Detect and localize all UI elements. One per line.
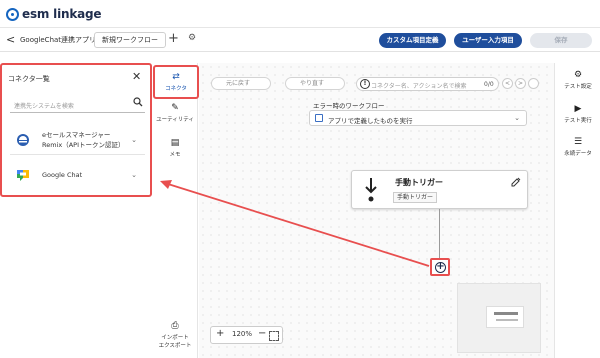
app-icon xyxy=(315,114,323,122)
back-icon[interactable]: < xyxy=(6,33,15,46)
minimap[interactable] xyxy=(457,283,541,353)
error-workflow-label: エラー時のワークフロー xyxy=(313,102,385,110)
search-icon xyxy=(133,97,143,107)
google-chat-icon xyxy=(17,170,29,181)
tool-memo-label: メモ xyxy=(169,152,181,158)
app-name: GoogleChat連携アプリ xyxy=(20,36,97,44)
prev-result-button[interactable]: < xyxy=(502,78,513,89)
tool-memo[interactable]: ▤ メモ xyxy=(152,138,198,158)
chevron-down-icon: ⌄ xyxy=(514,114,520,122)
user-input-button[interactable]: ユーザー入力項目 xyxy=(454,33,522,48)
connector-item-google-chat[interactable]: Google Chat ⌄ xyxy=(10,163,145,185)
right-sidebar: ⚙ テスト設定 ▶ テスト実行 ☰ 永続データ xyxy=(554,63,600,358)
wrench-icon: ✎ xyxy=(171,103,179,113)
minimap-bar xyxy=(496,319,518,321)
tool-import-label: インポート xyxy=(161,335,189,341)
minimap-bar xyxy=(494,312,518,315)
connector-name-line2: Remix（APIトークン認証） xyxy=(42,141,125,149)
zoom-out-button[interactable]: − xyxy=(258,328,266,339)
minimap-node xyxy=(486,306,524,328)
persist-data-button[interactable]: ☰ 永続データ xyxy=(555,137,600,157)
redo-button[interactable]: やり直す xyxy=(285,77,345,90)
logo-text: esm linkage xyxy=(22,7,102,21)
error-workflow-select[interactable]: アプリで定義したものを実行 ⌄ xyxy=(309,110,527,126)
plus-icon: + xyxy=(435,261,446,273)
import-export-icon: ⎙ xyxy=(171,321,179,331)
workflow-toolbar: < GoogleChat連携アプリ 新規ワークフロー + ⚙ カスタム項目定義 … xyxy=(0,28,600,52)
test-settings-button[interactable]: ⚙ テスト設定 xyxy=(555,70,600,90)
next-result-button[interactable]: > xyxy=(515,78,526,89)
connector-list-panel: コネクタ一覧 ✕ 連携先システムを検索 eセールスマネージャー Remix（AP… xyxy=(0,63,152,197)
tool-import-export[interactable]: ⎙ インポート エクスポート xyxy=(152,321,198,349)
node-search-input[interactable]: ! コネクター名、アクション名で検索 xyxy=(356,77,499,91)
connector-name: eセールスマネージャー Remix（APIトークン認証） xyxy=(42,130,125,150)
esales-logo-icon xyxy=(17,134,29,146)
custom-fields-button[interactable]: カスタム項目定義 xyxy=(379,33,446,48)
zoom-in-button[interactable]: + xyxy=(216,328,224,339)
logo-icon xyxy=(6,7,19,21)
tool-utility-label: ユーティリティ xyxy=(156,117,194,123)
fit-view-icon[interactable] xyxy=(269,331,279,341)
zoom-controls: + 120% − xyxy=(210,326,283,344)
play-icon: ▶ xyxy=(574,104,582,114)
tool-connector[interactable]: ⇄ コネクタ xyxy=(153,65,199,99)
edit-icon[interactable] xyxy=(511,177,521,187)
connector-search-placeholder: 連携先システムを検索 xyxy=(14,103,74,110)
zoom-level: 120% xyxy=(232,330,253,338)
search-placeholder: コネクター名、アクション名で検索 xyxy=(371,83,467,90)
top-bar: esm linkage xyxy=(0,0,600,28)
add-workflow-button[interactable]: + xyxy=(168,31,179,47)
tool-utility[interactable]: ✎ ユーティリティ xyxy=(152,103,198,123)
gear-icon: ⚙ xyxy=(573,70,583,80)
panel-title: コネクタ一覧 xyxy=(8,75,50,83)
tool-export-label: エクスポート xyxy=(158,343,192,349)
swap-icon: ⇄ xyxy=(172,72,180,82)
chevron-down-icon: ⌄ xyxy=(131,171,137,179)
trigger-title: 手動トリガー xyxy=(395,178,443,187)
gear-icon[interactable]: ⚙ xyxy=(188,33,196,43)
database-icon: ☰ xyxy=(573,137,583,147)
close-search-button[interactable] xyxy=(528,78,539,89)
save-button[interactable]: 保存 xyxy=(530,33,592,48)
close-icon[interactable]: ✕ xyxy=(132,70,141,83)
undo-button[interactable]: 元に戻す xyxy=(211,77,271,90)
logo[interactable]: esm linkage xyxy=(6,6,102,22)
tab-new-workflow[interactable]: 新規ワークフロー xyxy=(94,32,166,48)
connector-item-esales[interactable]: eセールスマネージャー Remix（APIトークン認証） ⌄ xyxy=(10,128,145,155)
persist-data-label: 永続データ xyxy=(564,151,592,157)
test-run-label: テスト実行 xyxy=(564,118,592,124)
connector-name: Google Chat xyxy=(42,171,83,179)
manual-trigger-node[interactable]: 手動トリガー 手動トリガー xyxy=(351,170,528,209)
flow-connector-line xyxy=(439,209,440,261)
arrow-down-icon xyxy=(365,178,377,202)
search-counter: 0/0 xyxy=(484,81,494,88)
chevron-down-icon: ⌄ xyxy=(131,136,137,144)
connector-search-input[interactable]: 連携先システムを検索 xyxy=(10,97,145,113)
test-run-button[interactable]: ▶ テスト実行 xyxy=(555,104,600,124)
memo-icon: ▤ xyxy=(170,138,180,148)
test-settings-label: テスト設定 xyxy=(564,84,592,90)
connector-name-line1: eセールスマネージャー xyxy=(42,131,111,139)
add-step-button[interactable]: + xyxy=(430,258,450,276)
search-icon: ! xyxy=(360,79,370,89)
error-workflow-value: アプリで定義したものを実行 xyxy=(328,117,413,125)
tool-sidebar: ⇄ コネクタ ✎ ユーティリティ ▤ メモ ⎙ インポート エクスポート xyxy=(152,63,199,358)
tool-connector-label: コネクタ xyxy=(165,86,187,92)
trigger-subtitle: 手動トリガー xyxy=(393,192,438,203)
